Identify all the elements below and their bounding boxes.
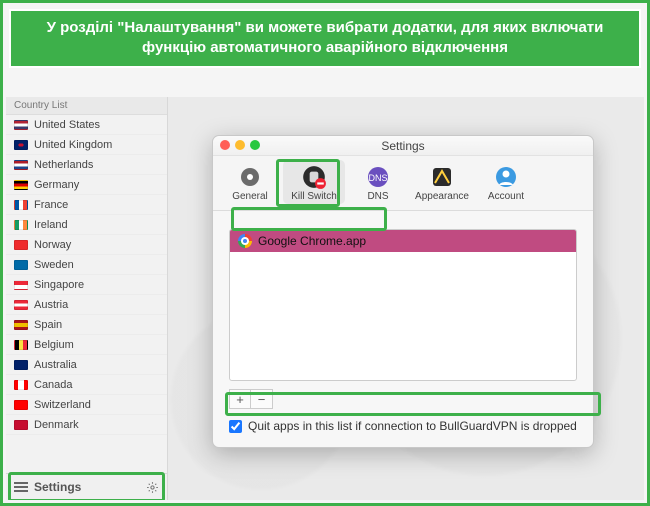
flag-icon: [14, 260, 28, 270]
minimize-icon[interactable]: [235, 140, 245, 150]
country-item[interactable]: Australia: [6, 355, 167, 375]
tab-label: DNS: [367, 191, 388, 202]
country-label: United States: [34, 119, 100, 131]
flag-icon: [14, 240, 28, 250]
app-row-chrome[interactable]: Google Chrome.app: [230, 230, 576, 252]
killswitch-icon: [300, 163, 328, 191]
quit-apps-checkbox[interactable]: [229, 420, 242, 433]
apps-controls: + −: [229, 389, 577, 409]
flag-icon: [14, 360, 28, 370]
gear-icon: [236, 163, 264, 191]
add-app-button[interactable]: +: [229, 389, 251, 409]
country-label: Netherlands: [34, 159, 93, 171]
flag-icon: [14, 300, 28, 310]
country-item[interactable]: Ireland: [6, 215, 167, 235]
flag-icon: [14, 420, 28, 430]
country-item[interactable]: Denmark: [6, 415, 167, 435]
flag-icon: [14, 220, 28, 230]
settings-title: Settings: [381, 139, 424, 153]
flag-icon: [14, 320, 28, 330]
country-item[interactable]: Canada: [6, 375, 167, 395]
country-label: Switzerland: [34, 399, 91, 411]
settings-toolbar: General Kill Switch DNS DNS Appearance Accoun…: [213, 156, 593, 211]
country-item[interactable]: Sweden: [6, 255, 167, 275]
menu-icon: [14, 482, 28, 492]
highlight-settings: [8, 472, 165, 500]
quit-apps-label: Quit apps in this list if connection to …: [248, 419, 577, 433]
tab-label: General: [232, 191, 268, 202]
settings-titlebar: Settings: [213, 136, 593, 156]
country-label: Singapore: [34, 279, 84, 291]
tab-dns[interactable]: DNS DNS: [347, 160, 409, 204]
svg-text:DNS: DNS: [368, 173, 387, 183]
country-item[interactable]: United States: [6, 115, 167, 135]
remove-app-button[interactable]: −: [251, 389, 273, 409]
annotated-screenshot-frame: У розділі "Налаштування" ви можете вибра…: [0, 0, 650, 506]
country-label: Canada: [34, 379, 73, 391]
tab-label: Appearance: [415, 191, 469, 202]
maximize-icon[interactable]: [250, 140, 260, 150]
country-list-header: Country List: [6, 97, 167, 115]
flag-icon: [14, 340, 28, 350]
country-label: Norway: [34, 239, 71, 251]
country-label: Ireland: [34, 219, 68, 231]
apps-list-panel: Google Chrome.app: [229, 229, 577, 381]
country-label: Sweden: [34, 259, 74, 271]
flag-icon: [14, 180, 28, 190]
window-controls[interactable]: [220, 140, 260, 150]
flag-icon: [14, 400, 28, 410]
country-label: United Kingdom: [34, 139, 112, 151]
flag-icon: [14, 160, 28, 170]
tab-appearance[interactable]: Appearance: [411, 160, 473, 204]
country-label: Spain: [34, 319, 62, 331]
flag-icon: [14, 140, 28, 150]
expand-icon: [146, 481, 159, 494]
chrome-icon: [238, 234, 252, 248]
appearance-icon: [428, 163, 456, 191]
country-item[interactable]: Singapore: [6, 275, 167, 295]
settings-button[interactable]: Settings: [6, 473, 167, 500]
country-label: Germany: [34, 179, 79, 191]
tab-label: Account: [488, 191, 524, 202]
account-icon: [492, 163, 520, 191]
flag-icon: [14, 380, 28, 390]
sidebar: Country List United States United Kingdom…: [6, 97, 168, 500]
tab-kill-switch[interactable]: Kill Switch: [283, 160, 345, 204]
flag-icon: [14, 280, 28, 290]
tab-account[interactable]: Account: [475, 160, 537, 204]
flag-icon: [14, 120, 28, 130]
settings-label: Settings: [34, 480, 81, 494]
dns-icon: DNS: [364, 163, 392, 191]
country-item[interactable]: Netherlands: [6, 155, 167, 175]
country-label: Austria: [34, 299, 68, 311]
quit-apps-row[interactable]: Quit apps in this list if connection to …: [229, 419, 577, 433]
country-item[interactable]: Belgium: [6, 335, 167, 355]
tab-general[interactable]: General: [219, 160, 281, 204]
country-item[interactable]: Austria: [6, 295, 167, 315]
app-area: Country List United States United Kingdom…: [6, 97, 644, 500]
country-item[interactable]: Switzerland: [6, 395, 167, 415]
app-name: Google Chrome.app: [258, 234, 366, 248]
country-label: Australia: [34, 359, 77, 371]
country-list: United States United Kingdom Netherlands Ge…: [6, 115, 167, 473]
annotation-banner: У розділі "Налаштування" ви можете вибра…: [9, 9, 641, 68]
country-label: Denmark: [34, 419, 79, 431]
country-label: France: [34, 199, 68, 211]
country-item[interactable]: Germany: [6, 175, 167, 195]
country-label: Belgium: [34, 339, 74, 351]
country-item[interactable]: France: [6, 195, 167, 215]
close-icon[interactable]: [220, 140, 230, 150]
tab-label: Kill Switch: [291, 191, 337, 202]
country-item[interactable]: Spain: [6, 315, 167, 335]
country-item[interactable]: United Kingdom: [6, 135, 167, 155]
settings-window: Settings General Kill Switch DNS DNS Appeara…: [212, 135, 594, 448]
flag-icon: [14, 200, 28, 210]
country-item[interactable]: Norway: [6, 235, 167, 255]
